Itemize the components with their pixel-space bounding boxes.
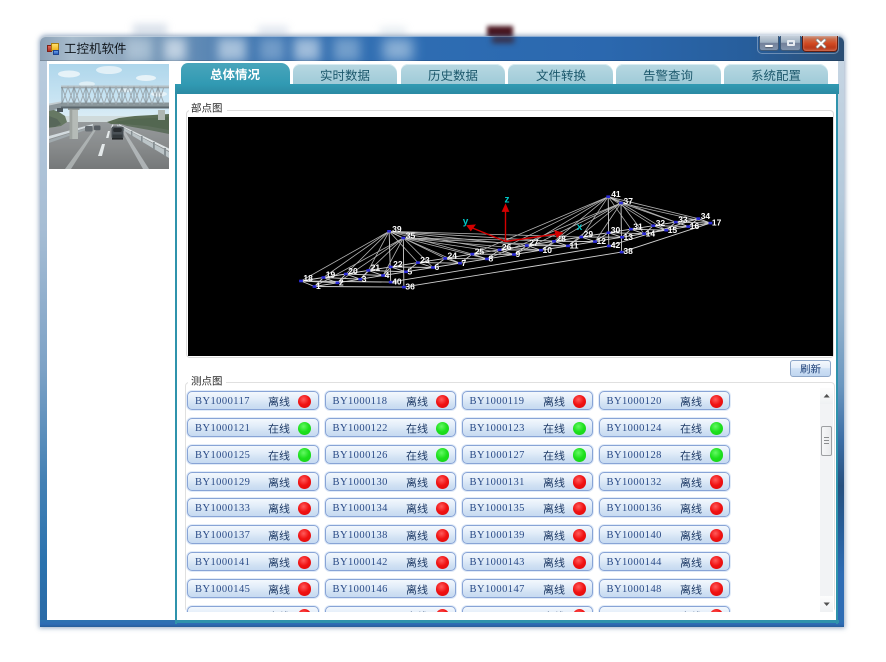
svg-text:41: 41: [611, 189, 621, 199]
svg-text:1: 1: [316, 281, 321, 291]
svg-text:22: 22: [393, 259, 403, 269]
svg-text:y: y: [463, 217, 469, 228]
svg-text:37: 37: [624, 196, 634, 206]
svg-text:25: 25: [475, 246, 485, 256]
svg-text:16: 16: [690, 221, 700, 231]
svg-text:21: 21: [371, 263, 381, 273]
svg-text:7: 7: [462, 258, 467, 268]
svg-text:11: 11: [570, 241, 579, 251]
svg-text:40: 40: [392, 276, 402, 286]
svg-text:12: 12: [597, 236, 607, 246]
svg-text:35: 35: [406, 231, 416, 241]
svg-text:31: 31: [633, 221, 643, 231]
svg-text:32: 32: [656, 218, 666, 228]
svg-text:39: 39: [392, 224, 402, 234]
svg-text:29: 29: [584, 229, 594, 239]
svg-text:9: 9: [516, 249, 521, 259]
svg-text:2: 2: [339, 277, 344, 287]
svg-text:5: 5: [408, 266, 413, 276]
svg-text:30: 30: [611, 225, 621, 235]
svg-text:34: 34: [701, 211, 711, 221]
svg-text:36: 36: [405, 282, 415, 292]
svg-text:26: 26: [502, 242, 512, 252]
svg-text:4: 4: [385, 270, 390, 280]
svg-text:14: 14: [646, 228, 656, 238]
svg-text:15: 15: [668, 225, 678, 235]
svg-text:38: 38: [623, 246, 633, 256]
svg-text:42: 42: [611, 240, 621, 250]
svg-text:8: 8: [489, 254, 494, 264]
svg-text:19: 19: [326, 270, 336, 280]
svg-text:6: 6: [435, 262, 440, 272]
svg-text:17: 17: [712, 218, 722, 228]
svg-text:13: 13: [624, 232, 634, 242]
svg-text:33: 33: [678, 214, 688, 224]
svg-text:23: 23: [420, 255, 430, 265]
svg-text:z: z: [505, 195, 510, 206]
svg-text:27: 27: [529, 238, 539, 248]
svg-text:24: 24: [448, 251, 458, 261]
svg-text:3: 3: [362, 274, 367, 284]
svg-text:x: x: [577, 222, 583, 233]
svg-text:10: 10: [543, 245, 553, 255]
svg-text:20: 20: [348, 266, 358, 276]
svg-text:18: 18: [303, 273, 313, 283]
